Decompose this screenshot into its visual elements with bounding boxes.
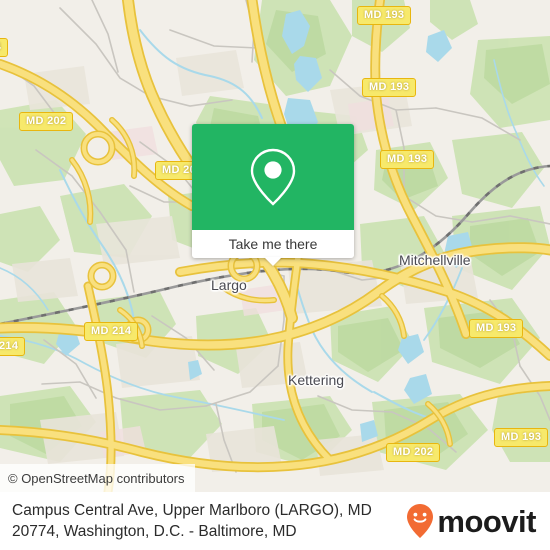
screenshot-root: Largo Mitchellville Kettering MD 193 MD …	[0, 0, 550, 550]
moovit-brand[interactable]: moovit	[405, 503, 536, 539]
road-shield-md202-northwest: MD 202	[19, 112, 74, 131]
moovit-smiley-pin-icon	[407, 504, 434, 538]
popup-pointer-notch	[264, 257, 282, 266]
road-shield-md193-top: MD 193	[357, 6, 412, 25]
road-shield-md193-upper: MD 193	[362, 78, 417, 97]
road-shield-md193-mid: MD 193	[380, 150, 435, 169]
road-shield-md193-east: MD 193	[469, 319, 524, 338]
popup-cta-button[interactable]: Take me there	[192, 230, 354, 258]
map-pin-icon	[250, 148, 296, 206]
map-attribution[interactable]: © OpenStreetMap contributors	[0, 464, 195, 492]
footer-bar: Campus Central Ave, Upper Marlboro (LARG…	[0, 492, 550, 550]
location-address: Campus Central Ave, Upper Marlboro (LARG…	[12, 500, 405, 542]
road-shield-md193-southeast: MD 193	[494, 428, 549, 447]
popup-cta-label: Take me there	[228, 236, 318, 252]
road-shield-4-edge: 4	[0, 38, 9, 57]
road-shield-214-edge: 214	[0, 337, 26, 356]
moovit-wordmark: moovit	[437, 503, 536, 539]
road-shield-md214: MD 214	[84, 322, 139, 341]
place-label-mitchellville: Mitchellville	[399, 252, 471, 268]
popup-card-body	[192, 124, 354, 230]
place-label-largo: Largo	[211, 277, 247, 293]
map-attribution-text: © OpenStreetMap contributors	[8, 470, 185, 486]
address-line-2: 20774, Washington, D.C. - Baltimore, MD	[12, 523, 297, 540]
road-shield-md202-south: MD 202	[386, 443, 441, 462]
map-canvas[interactable]: Largo Mitchellville Kettering MD 193 MD …	[0, 0, 550, 492]
place-label-kettering: Kettering	[288, 372, 345, 388]
location-popup-card[interactable]: Take me there	[192, 124, 354, 266]
address-line-1: Campus Central Ave, Upper Marlboro (LARG…	[12, 502, 372, 519]
